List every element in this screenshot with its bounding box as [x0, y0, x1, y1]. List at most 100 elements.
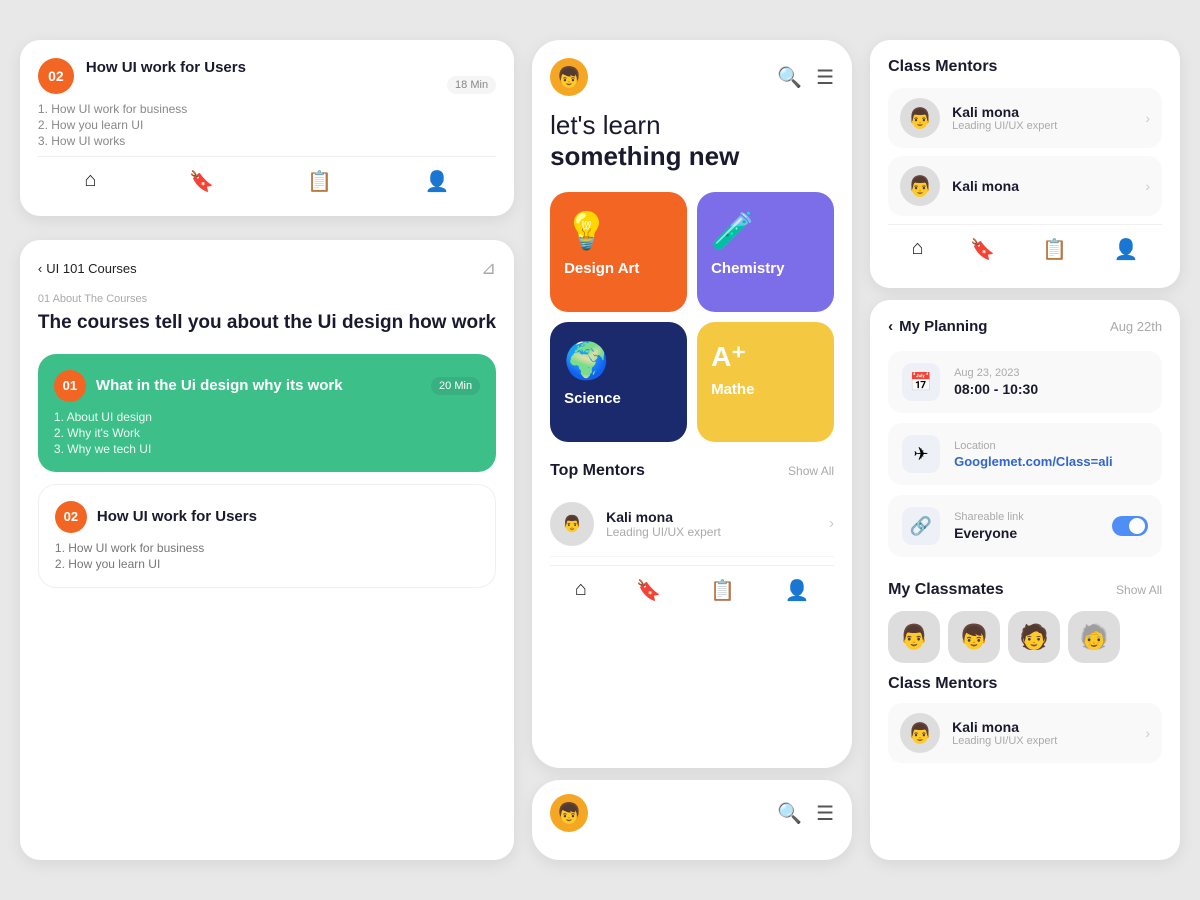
hero-line2: something new	[550, 141, 834, 172]
cm-avatar-2: 👨	[900, 166, 940, 206]
mentor-list-item[interactable]: 👨 Kali mona Leading UI/UX expert ›	[550, 492, 834, 557]
mentor-info: Kali mona Leading UI/UX expert	[606, 509, 817, 539]
mentor-name: Kali mona	[606, 509, 817, 525]
mathe-icon: A⁺	[711, 340, 746, 373]
mentor-avatar: 👨	[550, 502, 594, 546]
right-column: Class Mentors 👨 Kali mona Leading UI/UX …	[870, 40, 1180, 860]
class-mentor-row-1[interactable]: 👨 Kali mona Leading UI/UX expert ›	[888, 88, 1162, 148]
mentors-section-row: Top Mentors Show All	[550, 462, 834, 480]
science-icon: 🌍	[564, 340, 609, 382]
mid-bottom-card: 👦 🔍 ☰	[532, 780, 852, 860]
share-info: Shareable link Everyone	[954, 511, 1024, 541]
notes-icon[interactable]: 📋	[710, 578, 735, 603]
mentor-chevron-icon: ›	[829, 515, 834, 533]
courses-main-card: ‹ UI 101 Courses ⊿ 01 About The Courses …	[20, 240, 514, 860]
home-icon[interactable]: ⌂	[911, 237, 923, 262]
class-mentor-row-2[interactable]: 👨 Kali mona ›	[888, 156, 1162, 216]
classmates-avatars: 👨 👦 🧑 🧓	[888, 611, 1162, 663]
planning-header: ‹ My Planning Aug 22th	[888, 318, 1162, 335]
mid-top-icons: 🔍 ☰	[777, 65, 834, 90]
top-course-point-1: 1. How UI work for business	[38, 102, 496, 116]
location-label: Location	[954, 440, 1113, 452]
subject-tile-mathe[interactable]: A⁺ Mathe	[697, 322, 834, 442]
subject-tile-science[interactable]: 🌍 Science	[550, 322, 687, 442]
top-mini-card: 02 How UI work for Users 18 Min 1. How U…	[20, 40, 514, 216]
menu-icon[interactable]: ☰	[816, 65, 834, 90]
science-label: Science	[564, 390, 621, 407]
notes-icon[interactable]: 📋	[1042, 237, 1067, 262]
class-mentor-main[interactable]: 👨 Kali mona Leading UI/UX expert ›	[888, 703, 1162, 763]
mathe-label: Mathe	[711, 381, 754, 398]
info-row-location: ✈ Location Googlemet.com/Class=ali	[888, 423, 1162, 485]
chemistry-icon: 🧪	[711, 210, 756, 252]
course-list-item-02[interactable]: 02 How UI work for Users 1. How UI work …	[38, 484, 496, 588]
cli-time-01: 20 Min	[431, 377, 480, 395]
course-list-item-active[interactable]: 01 What in the Ui design why its work 20…	[38, 354, 496, 472]
calendar-icon: 📅	[902, 363, 940, 401]
mid-nav: ⌂ 🔖 📋 👤	[550, 565, 834, 611]
planning-date: Aug 22th	[1110, 319, 1162, 334]
design-art-icon: 💡	[564, 210, 609, 252]
classmates-section-row: My Classmates Show All	[888, 581, 1162, 599]
subject-tile-design-art[interactable]: 💡 Design Art	[550, 192, 687, 312]
person-icon[interactable]: 👤	[425, 169, 450, 194]
middle-main-card: 👦 🔍 ☰ let's learn something new 💡 Design…	[532, 40, 852, 768]
breadcrumb-label: UI 101 Courses	[46, 261, 136, 276]
location-info: Location Googlemet.com/Class=ali	[954, 440, 1113, 469]
subject-tile-chemistry[interactable]: 🧪 Chemistry	[697, 192, 834, 312]
bookmark-icon[interactable]: 🔖	[970, 237, 995, 262]
hero-line1: let's learn	[550, 110, 834, 141]
cli-point-02-1: 1. How UI work for business	[55, 541, 479, 555]
top-course-title: How UI work for Users	[86, 58, 246, 78]
mid-bottom-avatar: 👦	[550, 794, 588, 832]
mentors-title: Top Mentors	[550, 462, 645, 480]
person-icon[interactable]: 👤	[1114, 237, 1139, 262]
location-value[interactable]: Googlemet.com/Class=ali	[954, 454, 1113, 469]
right-top-card: Class Mentors 👨 Kali mona Leading UI/UX …	[870, 40, 1180, 288]
person-icon[interactable]: 👤	[785, 578, 810, 603]
avatar-emoji: 👦	[557, 65, 582, 90]
home-icon[interactable]: ⌂	[575, 578, 587, 603]
location-icon: ✈	[902, 435, 940, 473]
filter-icon[interactable]: ⊿	[481, 258, 496, 279]
cli-point-01-3: 3. Why we tech UI	[54, 442, 480, 456]
class-mentor-name: Kali mona	[952, 719, 1133, 735]
section-label: 01 About The Courses	[38, 293, 496, 305]
cli-point-02-2: 2. How you learn UI	[55, 557, 479, 571]
cli-badge-02: 02	[55, 501, 87, 533]
course-badge-02: 02	[38, 58, 74, 94]
class-mentor-avatar: 👨	[900, 713, 940, 753]
classmate-avatar-2: 👦	[948, 611, 1000, 663]
home-icon[interactable]: ⌂	[84, 169, 96, 194]
chemistry-label: Chemistry	[711, 260, 784, 277]
classmate-avatar-3: 🧑	[1008, 611, 1060, 663]
cm-chevron-2: ›	[1145, 178, 1150, 194]
back-chevron-icon: ‹	[38, 261, 42, 276]
search-icon-bottom[interactable]: 🔍	[777, 801, 802, 826]
section-heading: The courses tell you about the Ui design…	[38, 311, 496, 336]
mid-bottom-icons: 🔍 ☰	[777, 801, 834, 826]
search-icon[interactable]: 🔍	[777, 65, 802, 90]
planning-back[interactable]: ‹ My Planning	[888, 318, 987, 335]
cli-title-02: How UI work for Users	[97, 508, 257, 526]
classmates-show-all[interactable]: Show All	[1116, 583, 1162, 597]
cli-badge-01: 01	[54, 370, 86, 402]
cm-chevron-1: ›	[1145, 110, 1150, 126]
date-info: Aug 23, 2023 08:00 - 10:30	[954, 367, 1038, 397]
menu-icon-bottom[interactable]: ☰	[816, 801, 834, 826]
subject-grid: 💡 Design Art 🧪 Chemistry 🌍 Science A⁺ Ma…	[550, 192, 834, 442]
breadcrumb[interactable]: ‹ UI 101 Courses	[38, 261, 137, 276]
classmate-avatar-1: 👨	[888, 611, 940, 663]
class-mentor-chevron: ›	[1145, 725, 1150, 741]
bookmark-icon[interactable]: 🔖	[636, 578, 661, 603]
cli-point-01-1: 1. About UI design	[54, 410, 480, 424]
bookmark-icon[interactable]: 🔖	[189, 169, 214, 194]
hero-text: let's learn something new	[550, 110, 834, 172]
cm-sub-1: Leading UI/UX expert	[952, 120, 1133, 132]
mentors-show-all[interactable]: Show All	[788, 464, 834, 478]
notes-icon[interactable]: 📋	[307, 169, 332, 194]
classmates-title: My Classmates	[888, 581, 1004, 599]
shareable-toggle[interactable]	[1112, 516, 1148, 536]
mentor-sub: Leading UI/UX expert	[606, 525, 817, 539]
info-row-date: 📅 Aug 23, 2023 08:00 - 10:30	[888, 351, 1162, 413]
